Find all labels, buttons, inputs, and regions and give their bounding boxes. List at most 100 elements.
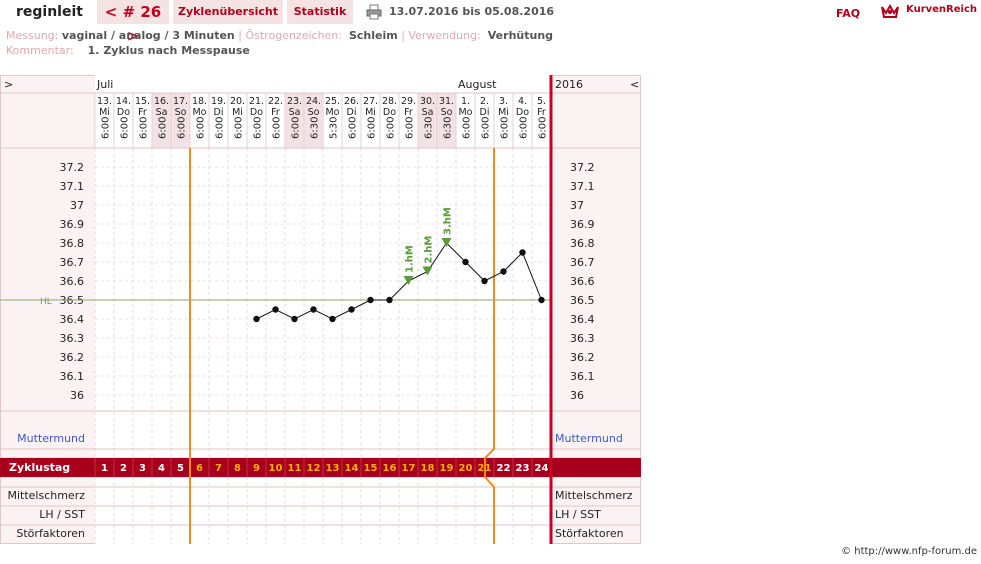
time-label: 6:00 (253, 117, 264, 139)
date-label: 16. (154, 96, 169, 107)
high-marker-group: 2.hM (424, 236, 435, 264)
y-tick-label-right: 36.6 (570, 275, 595, 288)
temperature-point (348, 306, 355, 313)
date-label: 30. (420, 96, 435, 107)
time-group: 6:00 (519, 117, 530, 139)
y-tick-label-right: 37 (570, 199, 584, 212)
temperature-point (329, 315, 336, 323)
time-group: 6:30 (443, 117, 454, 139)
weekday-label: Do (516, 107, 529, 118)
muttermund-label-right: Muttermund (555, 432, 623, 445)
time-label: 6:00 (120, 117, 131, 139)
weekday-label: Mi (498, 107, 509, 118)
y-tick-label-left: 36.4 (60, 313, 85, 326)
time-label: 6:00 (367, 117, 378, 139)
date-label: 27. (363, 96, 378, 107)
weekday-label: Do (117, 107, 130, 118)
stoerfaktoren-label-right: Störfaktoren (555, 527, 624, 540)
y-tick-label-right: 36 (570, 389, 584, 402)
cycle-day-number: 16 (383, 463, 397, 474)
time-label: 6:00 (386, 117, 397, 139)
time-label: 6:30 (310, 117, 321, 139)
time-label: 6:00 (291, 117, 302, 139)
temperature-point (386, 296, 393, 304)
date-label: 31. (439, 96, 454, 107)
weekday-label: Sa (289, 107, 301, 118)
time-label: 6:00 (139, 117, 150, 139)
weekday-label: Mi (99, 107, 110, 118)
time-group: 6:00 (291, 117, 302, 139)
date-label: 2. (480, 96, 489, 107)
time-label: 6:00 (101, 117, 112, 139)
cycle-day-number: 23 (516, 463, 530, 474)
y-tick-label-right: 36.1 (570, 370, 595, 383)
time-label: 5:30 (329, 117, 340, 139)
date-label: 25. (325, 96, 340, 107)
cycle-day-number: 1 (101, 463, 108, 474)
cycle-day-number: 24 (535, 463, 549, 474)
weekday-label: Di (347, 107, 357, 118)
time-group: 6:00 (272, 117, 283, 139)
time-group: 6:00 (386, 117, 397, 139)
date-label: 1. (461, 96, 470, 107)
weekday-label: Mi (232, 107, 243, 118)
time-label: 6:00 (215, 117, 226, 139)
time-label: 6:30 (443, 117, 454, 139)
y-tick-label-right: 36.9 (570, 218, 595, 231)
time-label: 6:00 (519, 117, 530, 139)
time-label: 6:00 (462, 117, 473, 139)
time-label: 6:00 (348, 117, 359, 139)
month-label: Juli (96, 78, 113, 91)
time-label: 6:00 (538, 117, 549, 139)
month-label: August (458, 78, 497, 91)
nav-next: < (630, 78, 639, 91)
mittelschmerz-label-right: Mittelschmerz (555, 489, 633, 502)
mittelschmerz-label-left: Mittelschmerz (7, 489, 85, 502)
date-label: 17. (173, 96, 188, 107)
cycle-day-number: 15 (364, 463, 378, 474)
time-group: 6:00 (101, 117, 112, 139)
temperature-point (462, 258, 469, 266)
nav-prev: > (4, 78, 13, 91)
cycle-day-number: 17 (402, 463, 416, 474)
time-label: 6:00 (177, 117, 188, 139)
weekday-label: Di (480, 107, 490, 118)
cycle-day-number: 3 (139, 463, 146, 474)
weekday-label: Fr (537, 107, 546, 118)
time-label: 6:00 (405, 117, 416, 139)
date-label: 29. (401, 96, 416, 107)
y-tick-label-right: 36.3 (570, 332, 595, 345)
time-label: 6:00 (500, 117, 511, 139)
temperature-point (253, 315, 260, 323)
cycle-day-number: 18 (421, 463, 435, 474)
high-marker-group: 3.hM (443, 207, 454, 235)
cycle-day-number: 20 (459, 463, 473, 474)
y-tick-label-left: 36.7 (60, 256, 85, 269)
y-tick-label-left: 36.2 (60, 351, 85, 364)
weekday-label: Mo (325, 107, 339, 118)
temperature-point (481, 277, 488, 285)
temperature-point (272, 306, 279, 313)
high-marker-label: 3.hM (443, 207, 454, 235)
date-label: 13. (97, 96, 112, 107)
date-label: 4. (518, 96, 527, 107)
stoerfaktoren-label-left: Störfaktoren (16, 527, 85, 540)
y-tick-label-left: 36.1 (60, 370, 85, 383)
temperature-point (500, 268, 507, 275)
date-label: 21. (249, 96, 264, 107)
weekday-label: So (308, 107, 320, 118)
cycle-day-number: 5 (177, 463, 184, 474)
time-group: 6:00 (348, 117, 359, 139)
lh-label-right: LH / SST (555, 508, 601, 521)
hl-label: HL (40, 297, 52, 307)
time-group: 6:00 (177, 117, 188, 139)
date-label: 14. (116, 96, 131, 107)
cycle-day-number: 7 (215, 463, 222, 474)
high-marker-group: 1.hM (405, 245, 416, 273)
weekday-label: Mo (192, 107, 206, 118)
cycle-day-number: 10 (269, 463, 283, 474)
cycle-day-number: 6 (196, 463, 203, 474)
time-group: 6:00 (215, 117, 226, 139)
y-tick-label-left: 37.1 (60, 180, 85, 193)
high-marker-label: 1.hM (405, 245, 416, 273)
